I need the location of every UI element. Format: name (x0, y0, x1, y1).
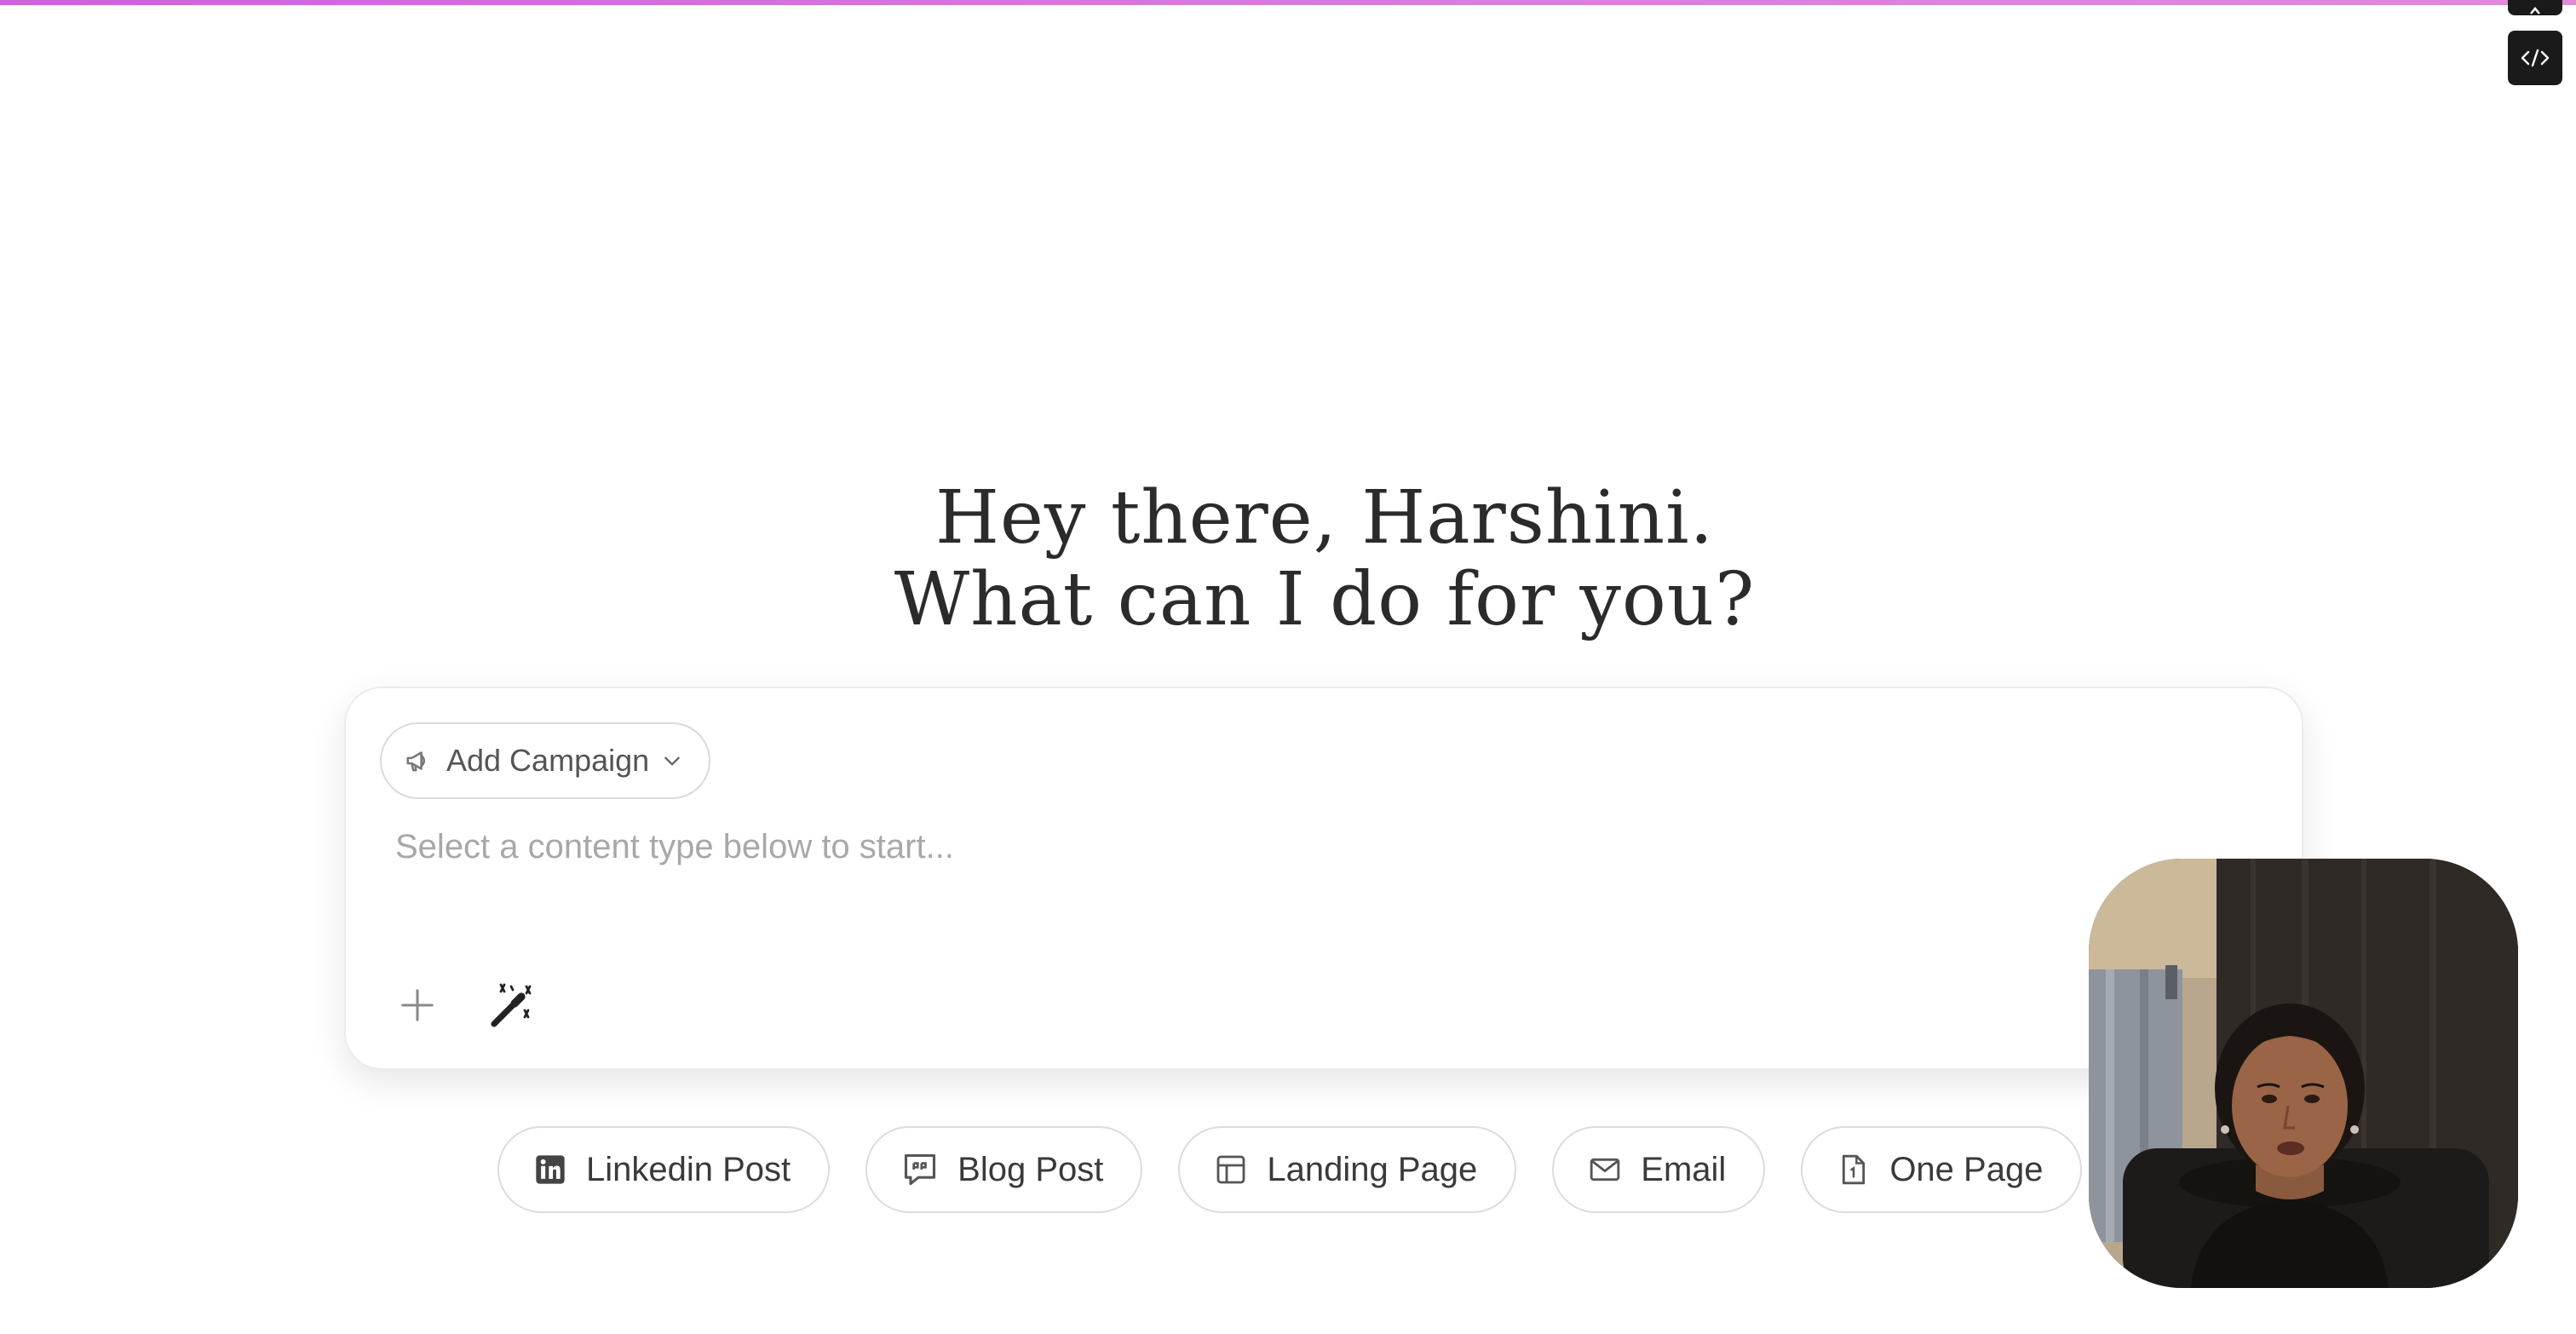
chip-label: Linkedin Post (586, 1150, 791, 1188)
enhance-prompt-button[interactable] (479, 973, 543, 1038)
top-accent-bar (0, 0, 2576, 5)
chevron-down-icon (664, 756, 680, 766)
chip-label: One Page (1889, 1150, 2044, 1188)
greeting-line-2: What can I do for you? (894, 557, 1756, 642)
prompt-input[interactable] (394, 816, 2101, 877)
chip-landing-page[interactable]: Landing Page (1178, 1126, 1517, 1213)
chip-label: Email (1641, 1150, 1727, 1188)
chip-blog-post[interactable]: Blog Post (865, 1126, 1143, 1213)
document-icon (1843, 1154, 1866, 1185)
chip-one-pager[interactable]: One Page (1801, 1126, 2083, 1213)
chevron-up-icon (2530, 7, 2540, 14)
chip-label: Blog Post (957, 1150, 1104, 1188)
chip-email[interactable]: Email (1552, 1126, 1766, 1213)
greeting-heading: Hey there, Harshini. What can I do for y… (0, 477, 2576, 641)
greeting-line-1: Hey there, Harshini. (935, 475, 1714, 561)
dev-toolbar-button-top[interactable] (2508, 0, 2562, 15)
webcam-feed-image (2089, 859, 2518, 1288)
mail-icon (1590, 1158, 1620, 1182)
chip-label: Landing Page (1267, 1150, 1478, 1188)
quote-icon (905, 1153, 936, 1186)
content-type-chips: Linkedin Post Blog Post Landing Page Ema… (497, 1126, 2083, 1213)
dev-code-button[interactable] (2508, 31, 2562, 85)
webcam-video-overlay[interactable] (2089, 859, 2518, 1288)
add-campaign-label: Add Campaign (446, 743, 650, 778)
linkedin-icon (536, 1155, 565, 1184)
magic-wand-icon (491, 983, 532, 1027)
layout-icon (1216, 1155, 1245, 1184)
add-campaign-button[interactable]: Add Campaign (380, 722, 711, 799)
chip-linkedin-post[interactable]: Linkedin Post (497, 1126, 831, 1213)
code-icon (2521, 49, 2550, 67)
add-attachment-button[interactable] (390, 978, 445, 1032)
prompt-composer: Add Campaign (344, 687, 2303, 1070)
megaphone-icon (406, 751, 426, 772)
plus-icon (401, 989, 434, 1021)
